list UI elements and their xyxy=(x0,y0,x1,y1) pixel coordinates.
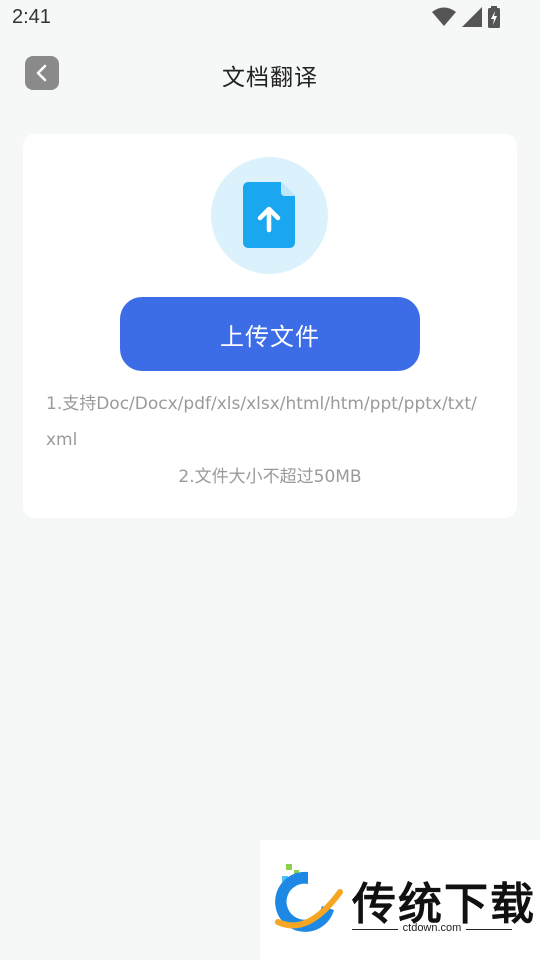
battery-charging-icon xyxy=(488,6,500,28)
file-size-hint: 2.文件大小不超过50MB xyxy=(178,467,362,487)
upload-icon-wrapper[interactable] xyxy=(211,157,328,274)
watermark: 传统下载 ctdown.com xyxy=(260,840,540,960)
supported-formats-hint: 1.支持Doc/Docx/pdf/xls/xlsx/html/htm/ppt/p… xyxy=(46,394,477,450)
status-time: 2:41 xyxy=(12,6,51,28)
wifi-icon xyxy=(432,7,456,26)
watermark-logo-icon xyxy=(275,864,343,932)
status-bar: 2:41 xyxy=(0,0,540,36)
signal-icon xyxy=(462,7,482,27)
upload-card: 上传文件 1.支持Doc/Docx/pdf/xls/xlsx/html/htm/… xyxy=(23,134,517,518)
file-upload-icon xyxy=(243,182,295,248)
page-title: 文档翻译 xyxy=(222,65,318,91)
status-icons xyxy=(432,6,500,28)
watermark-url: ctdown.com xyxy=(352,922,512,934)
upload-file-button[interactable]: 上传文件 xyxy=(120,297,420,371)
